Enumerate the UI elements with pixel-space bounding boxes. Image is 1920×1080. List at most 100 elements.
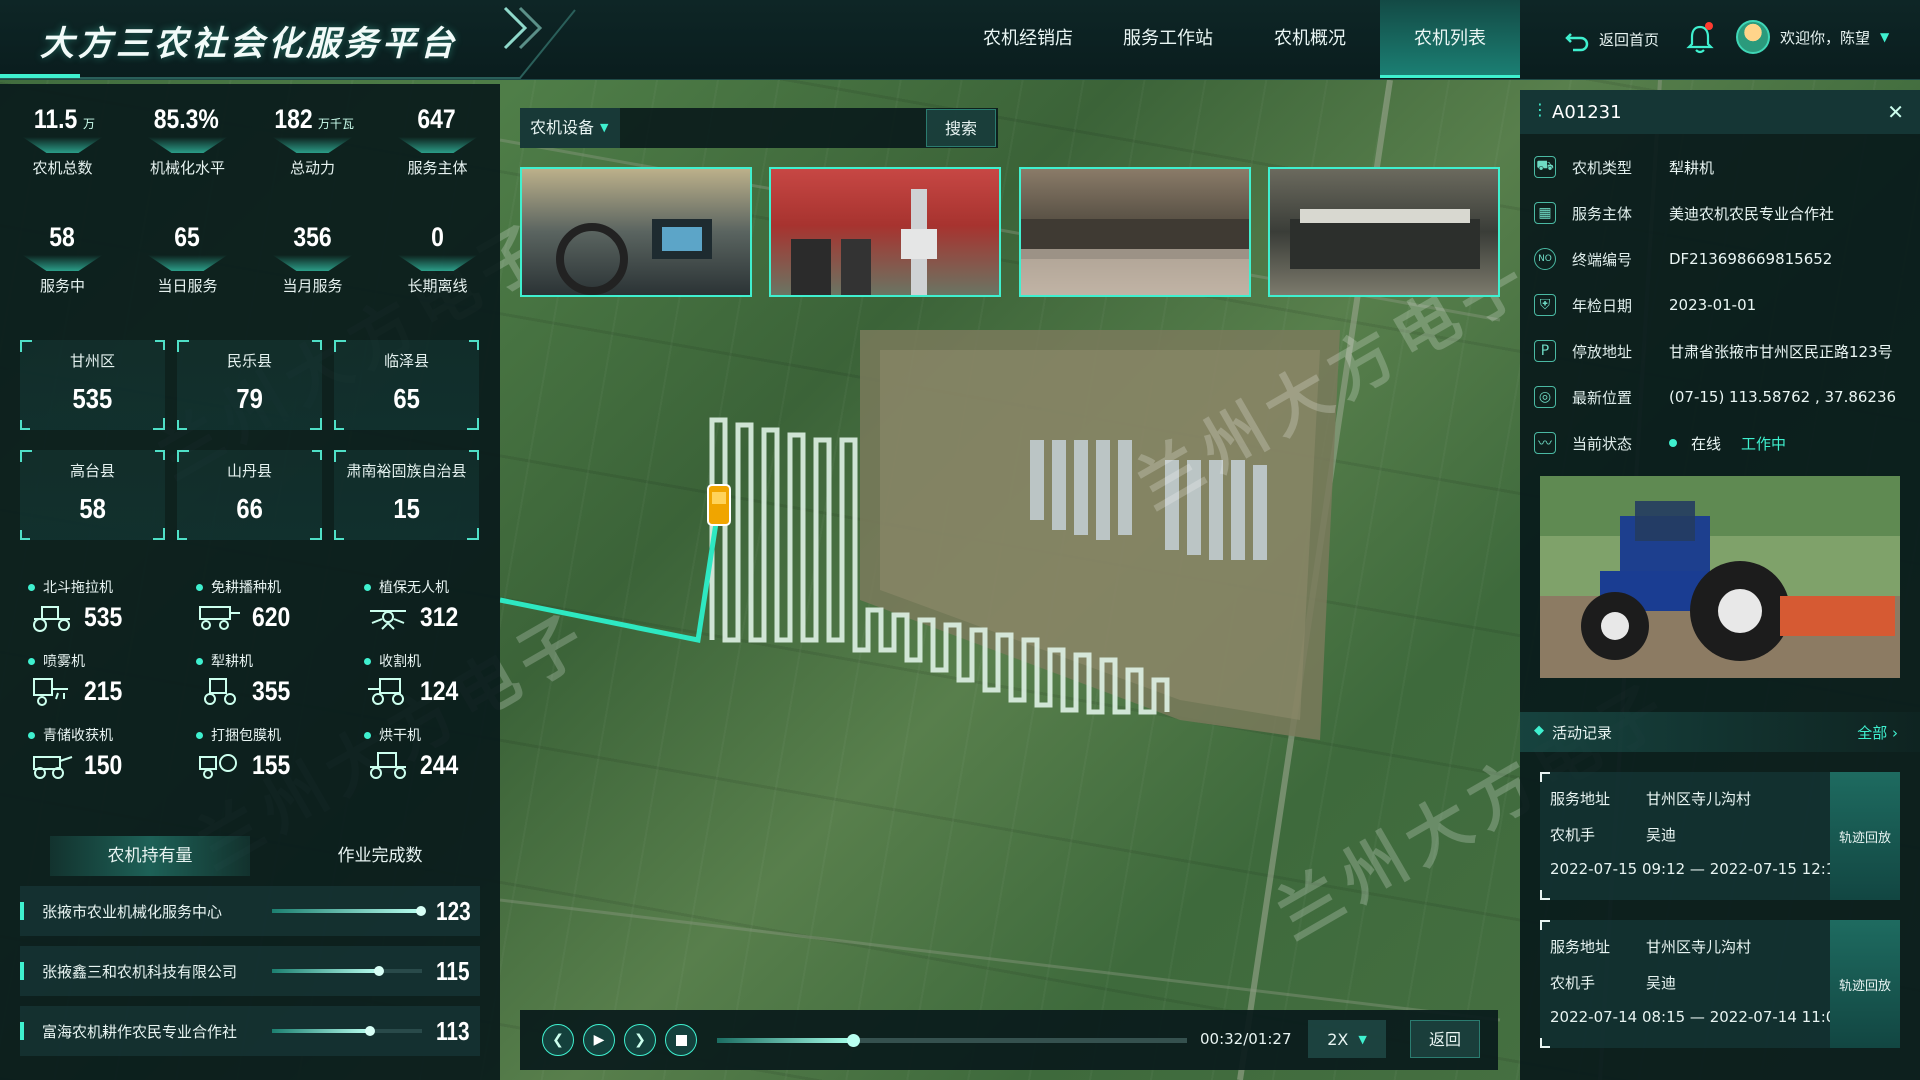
search-button[interactable]: 搜索 — [926, 109, 996, 147]
region-card[interactable]: 民乐县 79 — [177, 340, 322, 430]
activity-header: ◆ 活动记录 全部 › — [1520, 712, 1920, 752]
machine-type-item[interactable]: 犁耕机 355 — [196, 651, 364, 707]
back-button[interactable]: 返回 — [1410, 1020, 1480, 1058]
drone-icon — [370, 610, 406, 630]
playback-progress[interactable] — [717, 1034, 1187, 1047]
seeder-icon — [199, 606, 240, 630]
nav-machinery-list[interactable]: 农机列表 — [1380, 0, 1520, 78]
camera-thumbnail[interactable] — [769, 167, 1001, 297]
activity-time: 2022-07-15 09:12 — 2022-07-15 12:10 — [1550, 860, 1845, 878]
ranking-name: 张掖鑫三和农机科技有限公司 — [42, 962, 238, 981]
search-input[interactable] — [620, 108, 926, 148]
device-type-select[interactable]: 农机设备 ▼ — [520, 108, 620, 148]
welcome-text: 欢迎你，陈望 — [1780, 28, 1871, 47]
dryer-icon — [370, 752, 406, 779]
region-card[interactable]: 肃南裕固族自治县 15 — [334, 450, 479, 540]
info-row-status: 〰 当前状态 在线 工作中 — [1534, 428, 1914, 458]
region-card[interactable]: 甘州区 535 — [20, 340, 165, 430]
region-card[interactable]: 高台县 58 — [20, 450, 165, 540]
harvester-icon — [368, 678, 404, 705]
activity-title: 活动记录 — [1552, 723, 1613, 742]
back-home-button[interactable]: 返回首页 — [1565, 24, 1659, 54]
machine-type-item[interactable]: 植保无人机 312 — [364, 577, 532, 633]
cab-view-image — [556, 219, 712, 295]
app-title: 大方三农社会化服务平台 — [40, 24, 458, 64]
return-icon — [1565, 33, 1589, 52]
tab-jobs-completed[interactable]: 作业完成数 — [280, 836, 480, 876]
chevron-right-icon: › — [1892, 724, 1898, 742]
info-row-terminal-no: NO 终端编号 DF213698669815652 — [1534, 244, 1914, 274]
play-button[interactable]: ▶ — [583, 1024, 615, 1056]
ranking-name: 富海农机耕作农民专业合作社 — [42, 1022, 238, 1041]
location-icon: ◎ — [1534, 386, 1556, 408]
ranking-value: 113 — [436, 1015, 470, 1046]
activity-time: 2022-07-14 08:15 — 2022-07-14 11:00 — [1550, 1008, 1845, 1026]
playback-speed-select[interactable]: 2X ▼ — [1308, 1020, 1386, 1058]
camera-thumbnail[interactable] — [520, 167, 752, 297]
machine-detail-panel: ⋮ A01231 ✕ ⛟ 农机类型 犁耕机 ▦ 服务主体 美迪农机农民专业合作社 N… — [1520, 90, 1920, 1080]
stat-mechanization: 85.3% 机械化水平 — [133, 104, 243, 178]
overview-stats: 11.5 万 农机总数 85.3% 机械化水平 182 万千瓦 总动力 647 服务… — [0, 104, 500, 178]
machine-type-item[interactable]: 北斗拖拉机 535 — [28, 577, 196, 633]
ranking-name: 张掖市农业机械化服务中心 — [42, 902, 223, 921]
implement-view-image — [791, 189, 937, 295]
region-card[interactable]: 山丹县 66 — [177, 450, 322, 540]
ranking-tabs: 农机持有量 作业完成数 — [20, 836, 480, 876]
nav-service-stations[interactable]: 服务工作站 — [1108, 0, 1228, 78]
stat-total-machines: 11.5 万 农机总数 — [8, 104, 118, 178]
close-icon[interactable]: ✕ — [1887, 100, 1904, 124]
next-button[interactable]: ❯ — [624, 1024, 656, 1056]
activity-card: 服务地址 甘州区寺儿沟村 农机手 吴迪 2022-07-14 08:15 — 202… — [1540, 920, 1900, 1048]
diamond-icon: ◆ — [1534, 723, 1544, 738]
ranking-value: 115 — [436, 955, 470, 986]
chevron-down-icon: ▼ — [1358, 1032, 1367, 1046]
region-card[interactable]: 临泽县 65 — [334, 340, 479, 430]
device-filter-bar: 农机设备 ▼ 搜索 — [520, 108, 998, 148]
track-replay-button[interactable]: 轨迹回放 — [1830, 920, 1900, 1048]
info-row-machine-type: ⛟ 农机类型 犁耕机 — [1534, 152, 1914, 182]
chevron-down-icon: ▼ — [1880, 30, 1890, 44]
ranking-row[interactable]: 富海农机耕作农民专业合作社 113 — [20, 1006, 480, 1056]
machine-type-item[interactable]: 烘干机 244 — [364, 725, 532, 781]
stop-button[interactable] — [665, 1024, 697, 1056]
camera-thumbnail[interactable] — [1268, 167, 1500, 297]
machine-id: A01231 — [1552, 101, 1622, 123]
machine-type-grid: 北斗拖拉机 535 免耕播种机 620 植保无人机 312 喷雾机 215 犁耕… — [28, 577, 488, 781]
top-header: 大方三农社会化服务平台 农机经销店 服务工作站 农机概况 农机列表 返回首页 欢… — [0, 0, 1920, 80]
sprayer-icon — [33, 678, 68, 706]
chevron-down-icon: ▼ — [600, 121, 609, 134]
parking-icon: P — [1534, 340, 1556, 362]
no-icon: NO — [1534, 248, 1556, 270]
nav-dealer-stores[interactable]: 农机经销店 — [968, 0, 1088, 78]
info-row-parking-address: P 停放地址 甘肃省张掖市甘州区民正路123号 — [1534, 336, 1914, 366]
ranking-row[interactable]: 张掖市农业机械化服务中心 123 — [20, 886, 480, 936]
chevron-left-icon: ❮ — [552, 1032, 564, 1048]
tab-machine-holdings[interactable]: 农机持有量 — [50, 836, 250, 876]
play-icon: ▶ — [593, 1032, 605, 1048]
nav-machinery-overview[interactable]: 农机概况 — [1250, 0, 1370, 78]
machine-type-item[interactable]: 喷雾机 215 — [28, 651, 196, 707]
track-replay-button[interactable]: 轨迹回放 — [1830, 772, 1900, 900]
ranking-value: 123 — [436, 895, 471, 926]
previous-button[interactable]: ❮ — [542, 1024, 574, 1056]
machine-type-item[interactable]: 收割机 124 — [364, 651, 532, 707]
camera-thumbnail[interactable] — [1019, 167, 1251, 297]
activity-icon: 〰 — [1534, 432, 1556, 454]
machine-type-item[interactable]: 免耕播种机 620 — [196, 577, 364, 633]
machine-type-item[interactable]: 打捆包膜机 155 — [196, 725, 364, 781]
user-menu[interactable]: 欢迎你，陈望 ▼ — [1736, 20, 1889, 54]
baler-icon — [199, 754, 237, 779]
activity-driver: 吴迪 — [1646, 974, 1677, 992]
playback-time: 00:32/01:27 — [1200, 1030, 1292, 1048]
playback-knob[interactable] — [847, 1034, 861, 1047]
ranking-bar — [272, 906, 426, 916]
view-all-link[interactable]: 全部 › — [1857, 722, 1898, 743]
detail-header: ⋮ A01231 ✕ — [1520, 90, 1920, 134]
vehicle-marker[interactable] — [707, 484, 731, 526]
machine-type-item[interactable]: 青储收获机 150 — [28, 725, 196, 781]
ranking-row[interactable]: 张掖鑫三和农机科技有限公司 115 — [20, 946, 480, 996]
left-stats-panel: 11.5 万 农机总数 85.3% 机械化水平 182 万千瓦 总动力 647 服务… — [0, 84, 500, 1080]
notification-dot — [1705, 22, 1713, 30]
chevron-right-icon: ❯ — [634, 1032, 646, 1048]
info-row-inspection-date: ⛨ 年检日期 2023-01-01 — [1534, 290, 1914, 320]
